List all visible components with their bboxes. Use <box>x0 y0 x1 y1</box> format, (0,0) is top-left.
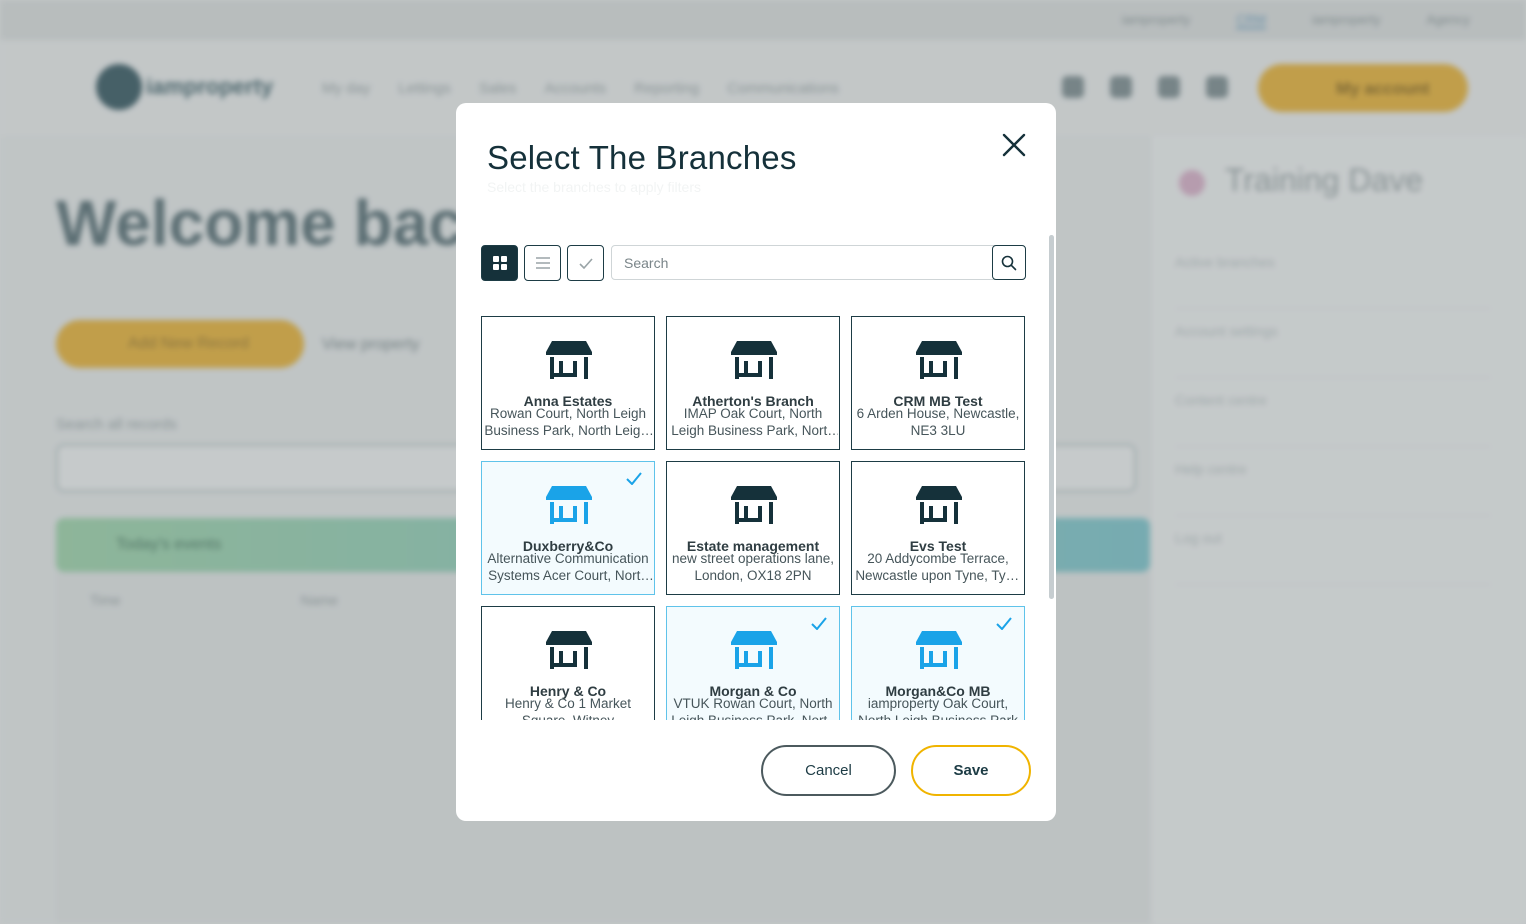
check-icon <box>811 617 827 630</box>
shop-icon <box>546 341 592 379</box>
shop-icon <box>731 631 777 669</box>
branch-address: Henry & Co 1 Market Square, Witney <box>504 696 632 720</box>
grid-icon <box>492 256 507 270</box>
search-button[interactable] <box>992 245 1026 280</box>
scrollbar[interactable] <box>1049 235 1054 599</box>
shop-icon <box>546 631 592 669</box>
close-button[interactable] <box>998 129 1030 161</box>
grid-view-button[interactable] <box>481 245 518 281</box>
shop-icon <box>916 631 962 669</box>
close-icon <box>1002 133 1026 157</box>
search-icon <box>1001 255 1017 270</box>
shop-icon <box>916 486 962 524</box>
branch-card[interactable]: Evs Test 20 Addycombe Terrace, Newcastle … <box>851 461 1025 595</box>
modal-subtitle: Select the branches to apply filters <box>487 179 702 195</box>
branch-card[interactable]: Estate management new street operations l… <box>666 461 840 595</box>
check-icon <box>626 472 642 485</box>
save-button[interactable]: Save <box>911 745 1031 796</box>
check-icon <box>996 617 1012 630</box>
list-view-button[interactable] <box>524 245 561 281</box>
branch-search <box>611 245 1026 280</box>
branch-card[interactable]: Morgan&Co MBiamproperty Oak Court, North… <box>851 606 1025 720</box>
shop-icon <box>546 486 592 524</box>
shop-icon <box>731 486 777 524</box>
branch-address: Alternative Communication Systems Acer C… <box>487 551 649 583</box>
branch-card[interactable]: Atherton's Branch IMAP Oak Court, North L… <box>666 316 840 450</box>
branch-search-input[interactable] <box>612 246 992 279</box>
branch-grid-viewport: Anna Estates Rowan Court, North Leigh Bus… <box>481 316 1026 720</box>
view-toggle <box>481 245 604 281</box>
branch-grid: Anna Estates Rowan Court, North Leigh Bus… <box>481 316 1026 720</box>
cancel-button[interactable]: Cancel <box>761 745 896 796</box>
branch-card[interactable]: Duxberry&Co Alternative Communication Sys… <box>481 461 655 595</box>
scrollbar-thumb[interactable] <box>1049 235 1054 599</box>
branch-address: new street operations lane, London, OX18… <box>671 551 835 583</box>
branch-card[interactable]: Anna Estates Rowan Court, North Leigh Bus… <box>481 316 655 450</box>
shop-icon <box>731 341 777 379</box>
branch-address: IMAP Oak Court, North Leigh Business Par… <box>671 406 835 438</box>
branch-address: VTUK Rowan Court, North Leigh Business P… <box>671 696 835 720</box>
branch-address: 20 Addycombe Terrace, Newcastle upon Tyn… <box>855 551 1021 583</box>
modal-title: Select The Branches <box>487 139 797 176</box>
branch-address: 6 Arden House, Newcastle, NE3 3LU <box>856 406 1020 438</box>
list-icon <box>535 257 550 269</box>
branch-card[interactable]: Morgan & CoVTUK Rowan Court, North Leigh… <box>666 606 840 720</box>
branch-address: Rowan Court, North Leigh Business Park, … <box>484 406 652 438</box>
selected-view-button[interactable] <box>567 245 604 281</box>
branch-card[interactable]: CRM MB Test 6 Arden House, Newcastle, NE3… <box>851 316 1025 450</box>
branch-address: iamproperty Oak Court, North Leigh Busin… <box>858 696 1018 720</box>
select-branches-modal: Select The Branches Select the branches … <box>456 103 1056 821</box>
branch-card[interactable]: Henry & CoHenry & Co 1 Market Square, Wi… <box>481 606 655 720</box>
check-icon <box>578 257 593 269</box>
shop-icon <box>916 341 962 379</box>
